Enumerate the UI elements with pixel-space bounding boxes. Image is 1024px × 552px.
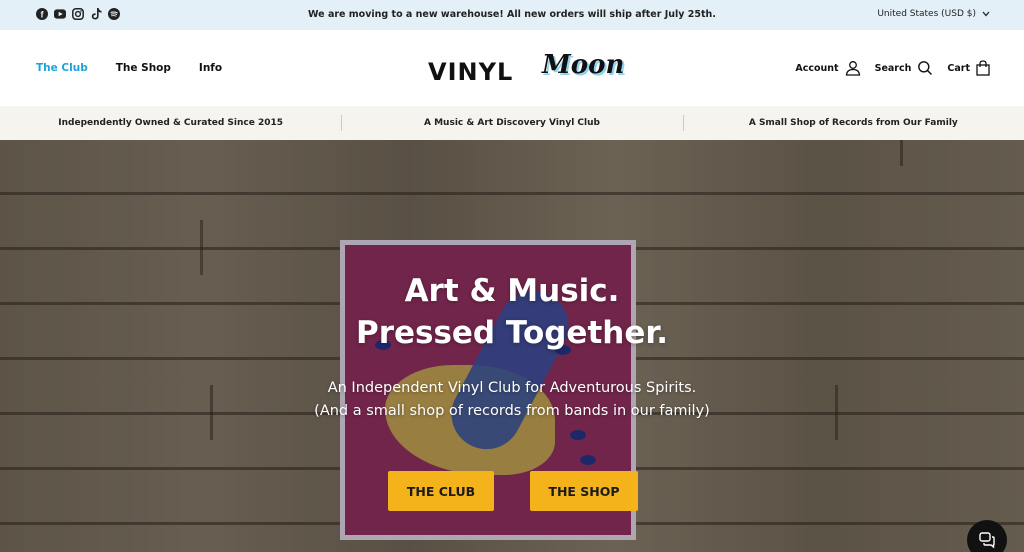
the-club-button[interactable]: THE CLUB bbox=[388, 471, 494, 511]
announcement-text: We are moving to a new warehouse! All ne… bbox=[308, 9, 716, 20]
the-shop-button[interactable]: THE SHOP bbox=[530, 471, 638, 511]
chat-widget-button[interactable] bbox=[967, 520, 1007, 552]
nav-item-info[interactable]: Info bbox=[199, 62, 222, 74]
account-link[interactable]: Account bbox=[795, 60, 860, 76]
chevron-down-icon bbox=[982, 11, 990, 17]
bag-icon bbox=[976, 60, 990, 76]
search-label: Search bbox=[874, 62, 912, 74]
cart-label: Cart bbox=[947, 62, 970, 74]
hero-title-line2: Pressed Together. bbox=[355, 315, 669, 351]
nav-item-the-club[interactable]: The Club bbox=[36, 62, 88, 74]
account-label: Account bbox=[795, 62, 839, 74]
usp-item: A Music & Art Discovery Vinyl Club bbox=[341, 106, 682, 140]
search-icon bbox=[918, 61, 933, 76]
hero-subtitle-line1: An Independent Vinyl Club for Adventurou… bbox=[327, 380, 697, 396]
usp-item: Independently Owned & Curated Since 2015 bbox=[58, 118, 284, 128]
locale-label: United States (USD $) bbox=[877, 9, 976, 19]
logo-text-vinyl: VINYL bbox=[428, 58, 514, 86]
usp-bar: Independently Owned & Curated Since 2015… bbox=[0, 106, 1024, 140]
user-icon bbox=[845, 61, 860, 76]
hero-banner: Art & Music. Pressed Together. An Indepe… bbox=[0, 140, 1024, 552]
header-actions: Account Search Cart bbox=[795, 60, 990, 76]
site-logo[interactable]: VINYL Moon bbox=[428, 48, 624, 92]
hero-title-line1: Art & Music. bbox=[404, 273, 620, 309]
logo-text-moon: Moon bbox=[542, 50, 625, 80]
hero-subtitle-line2: (And a small shop of records from bands … bbox=[314, 403, 710, 419]
locale-selector[interactable]: United States (USD $) bbox=[877, 9, 990, 19]
usp-item: A Small Shop of Records from Our Family bbox=[682, 106, 1024, 140]
announcement-bar: f We are moving to a new warehouse! All … bbox=[0, 0, 1024, 30]
hero-subtitle: An Independent Vinyl Club for Adventurou… bbox=[0, 377, 1024, 423]
main-nav: The Club The Shop Info bbox=[36, 62, 222, 74]
search-link[interactable]: Search bbox=[875, 60, 934, 76]
hero-title: Art & Music. Pressed Together. bbox=[0, 270, 1024, 354]
site-header: The Club The Shop Info VINYL Moon Accoun… bbox=[0, 30, 1024, 106]
chat-icon bbox=[979, 532, 995, 549]
nav-item-the-shop[interactable]: The Shop bbox=[116, 62, 171, 74]
cart-link[interactable]: Cart bbox=[947, 60, 990, 76]
